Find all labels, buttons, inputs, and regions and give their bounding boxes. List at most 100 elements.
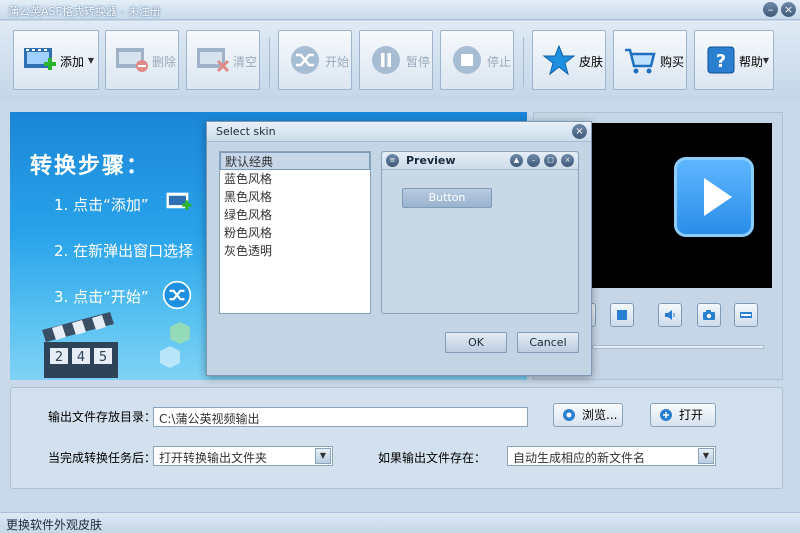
chevron-down-icon[interactable]: ▼ (698, 448, 714, 464)
shopping-cart-icon (625, 48, 656, 74)
chevron-down-icon: ▼ (87, 56, 94, 65)
clapper-digit: 2 (55, 350, 63, 365)
open-button[interactable]: 打开 (650, 403, 716, 427)
help-icon: ? (707, 46, 735, 74)
preview-close-icon: × (561, 154, 574, 167)
start-label: 开始 (325, 55, 350, 69)
skin-list-item[interactable]: 蓝色风格 (220, 170, 370, 188)
buy-button[interactable]: 购买 (613, 30, 687, 90)
status-text: 更换软件外观皮肤 (6, 518, 103, 532)
skin-list[interactable]: 默认经典 蓝色风格 黑色风格 绿色风格 粉色风格 灰色透明 (219, 151, 371, 314)
add-label: 添加 (60, 55, 85, 69)
clapperboard-icon: 2 4 5 (42, 312, 118, 378)
dialog-title-bar: Select skin × (207, 122, 591, 142)
preview-maximize-icon: □ (544, 154, 557, 167)
after-task-value: 打开转换输出文件夹 (159, 451, 268, 465)
skin-button[interactable]: 皮肤 (532, 30, 606, 90)
seek-slider[interactable] (592, 345, 764, 349)
delete-button[interactable]: 删除 (105, 30, 179, 90)
ok-button[interactable]: OK (445, 332, 507, 353)
guide-step-2: 2. 在新弹出窗口选择 (54, 242, 194, 260)
toolbar-divider (523, 37, 524, 87)
video-screen (592, 123, 772, 288)
snapshot-button[interactable] (697, 303, 721, 327)
shuffle-icon (291, 46, 319, 74)
title-bar: 蒲公英ASF格式转换器 - 未注册 – × (0, 0, 800, 20)
clear-button[interactable]: 清空 (186, 30, 260, 90)
add-film-icon (166, 192, 192, 210)
output-settings-panel: 输出文件存放目录： C:\蒲公英视频输出 浏览... 打开 当完成转换任务后： … (10, 387, 783, 489)
buy-label: 购买 (660, 55, 685, 69)
toolbar-divider (269, 37, 270, 87)
preview-up-icon: ▲ (510, 154, 523, 167)
open-folder-icon (660, 409, 672, 421)
output-dir-label: 输出文件存放目录： (48, 410, 157, 424)
browse-icon (563, 409, 575, 421)
play-icon (704, 178, 732, 216)
chevron-down-icon[interactable]: ▼ (315, 448, 331, 464)
help-label: 帮助 (739, 55, 764, 69)
fullscreen-button[interactable] (734, 303, 758, 327)
output-dir-input[interactable]: C:\蒲公英视频输出 (153, 407, 528, 427)
open-label: 打开 (679, 408, 704, 422)
pause-icon (372, 46, 400, 74)
preview-title: Preview (406, 154, 456, 167)
stop-button[interactable]: 停止 (440, 30, 514, 90)
stop-control-button[interactable] (610, 303, 634, 327)
pause-button[interactable]: 暂停 (359, 30, 433, 90)
skin-list-item[interactable]: 绿色风格 (220, 206, 370, 224)
status-bar: 更换软件外观皮肤 (0, 512, 800, 533)
file-exists-value: 自动生成相应的新文件名 (513, 451, 646, 465)
guide-title: 转换步骤： (30, 154, 151, 179)
file-exists-label: 如果输出文件存在： (378, 451, 487, 465)
shuffle-icon (162, 280, 192, 310)
preview-sample-button: Button (402, 188, 492, 208)
speaker-icon (665, 310, 675, 320)
browse-label: 浏览... (582, 408, 618, 422)
chevron-down-icon: ▼ (762, 56, 769, 65)
clear-label: 清空 (233, 55, 258, 69)
guide-step-3: 3. 点击“开始” (54, 288, 149, 306)
clapper-digit: 4 (77, 350, 85, 365)
add-button[interactable]: 添加 ▼ (13, 30, 99, 90)
skin-list-item[interactable]: 默认经典 (220, 152, 370, 170)
close-button[interactable]: × (781, 2, 796, 17)
dialog-title: Select skin (216, 125, 276, 138)
after-task-select[interactable]: 打开转换输出文件夹 ▼ (153, 446, 333, 466)
preview-minimize-icon: – (527, 154, 540, 167)
stop-icon (617, 310, 627, 320)
dialog-close-button[interactable]: × (572, 124, 587, 139)
after-task-label: 当完成转换任务后： (48, 451, 157, 465)
star-icon (542, 44, 576, 76)
stop-icon (453, 46, 481, 74)
delete-film-icon (116, 48, 148, 72)
preview-menu-icon: ≡ (386, 154, 399, 167)
clear-film-icon (197, 48, 230, 73)
camera-icon (703, 310, 715, 320)
screen-icon (740, 312, 752, 318)
start-button[interactable]: 开始 (278, 30, 352, 90)
skin-list-item[interactable]: 粉色风格 (220, 224, 370, 242)
toolbar: 添加 ▼ 删除 清空 开始 暂停 停止 皮肤 购买 ? 帮助 ▼ (0, 21, 800, 101)
help-button[interactable]: ? 帮助 ▼ (694, 30, 774, 90)
play-button[interactable] (674, 157, 754, 237)
delete-label: 删除 (152, 55, 177, 69)
skin-list-item[interactable]: 黑色风格 (220, 188, 370, 206)
select-skin-dialog: Select skin × 默认经典 蓝色风格 黑色风格 绿色风格 粉色风格 灰… (206, 121, 592, 376)
guide-step-1: 1. 点击“添加” (54, 196, 149, 214)
skin-preview: ≡ Preview ▲ – □ × Button (381, 151, 579, 314)
stop-label: 停止 (487, 55, 512, 69)
minimize-button[interactable]: – (763, 2, 778, 17)
preview-header: ≡ Preview ▲ – □ × (382, 152, 578, 170)
file-exists-select[interactable]: 自动生成相应的新文件名 ▼ (507, 446, 716, 466)
window-title: 蒲公英ASF格式转换器 - 未注册 (8, 5, 161, 18)
cancel-button[interactable]: Cancel (517, 332, 579, 353)
volume-button[interactable] (658, 303, 682, 327)
add-film-icon (24, 48, 56, 70)
skin-list-item[interactable]: 灰色透明 (220, 242, 370, 260)
pause-label: 暂停 (406, 55, 431, 69)
browse-button[interactable]: 浏览... (553, 403, 623, 427)
skin-label: 皮肤 (579, 55, 604, 69)
svg-text:?: ? (716, 51, 726, 72)
clapper-digit: 5 (99, 350, 107, 365)
